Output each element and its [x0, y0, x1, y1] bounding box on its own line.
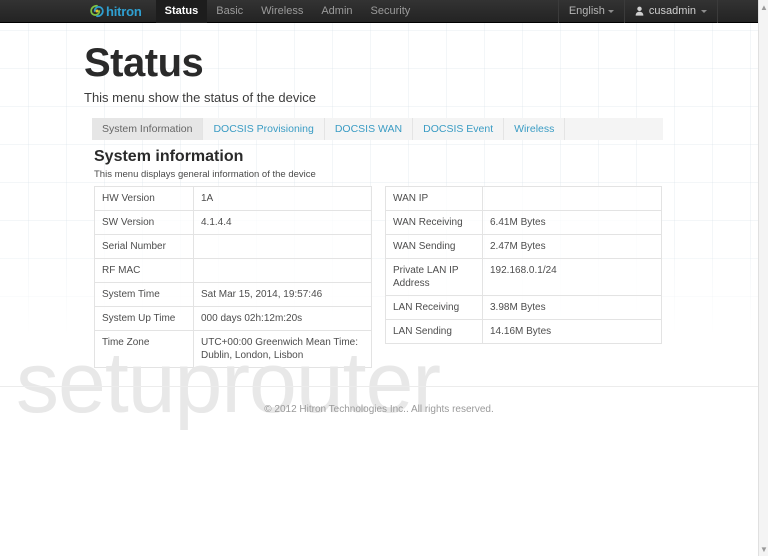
tab-docsis-event[interactable]: DOCSIS Event — [413, 118, 505, 140]
hitron-swirl-logo-icon — [90, 4, 104, 18]
tab-label: DOCSIS Provisioning — [213, 123, 314, 135]
brand-name: hitron — [106, 3, 142, 19]
row-value: Sat Mar 15, 2014, 19:57:46 — [193, 282, 372, 307]
network-info-table: WAN IP WAN Receiving 6.41M Bytes WAN Sen… — [385, 186, 662, 344]
row-key: System Up Time — [94, 306, 194, 331]
tab-label: DOCSIS WAN — [334, 123, 403, 135]
nav-label: Admin — [321, 5, 353, 17]
table-row: WAN Sending 2.47M Bytes — [385, 234, 662, 259]
row-key: LAN Receiving — [385, 295, 483, 320]
row-key: WAN IP — [385, 186, 483, 211]
row-value: 3.98M Bytes — [482, 295, 662, 320]
chevron-down-icon — [701, 9, 707, 13]
tab-bar: System Information DOCSIS Provisioning D… — [92, 118, 663, 140]
row-value — [482, 186, 662, 211]
nav-item-status[interactable]: Status — [155, 0, 208, 23]
main-menu: Status Basic Wireless Admin Security — [155, 0, 420, 23]
footer-copyright: © 2012 Hitron Technologies Inc.. All rig… — [264, 404, 494, 415]
page-header: Status This menu show the status of the … — [84, 40, 316, 106]
table-row: HW Version 1A — [94, 186, 372, 211]
row-value: 2.47M Bytes — [482, 234, 662, 259]
nav-label: Status — [164, 5, 199, 17]
table-row: Private LAN IP Address 192.168.0.1/24 — [385, 258, 662, 296]
chevron-down-icon — [607, 9, 614, 13]
table-row: SW Version 4.1.4.4 — [94, 210, 372, 235]
username-label: cusadmin — [648, 5, 696, 17]
row-key: Serial Number — [94, 234, 194, 259]
row-value: 14.16M Bytes — [482, 319, 662, 344]
row-value — [193, 258, 372, 283]
tab-wireless[interactable]: Wireless — [504, 118, 566, 140]
scroll-up-arrow-icon[interactable]: ▲ — [759, 1, 768, 13]
section-subtitle: This menu displays general information o… — [94, 169, 316, 180]
nav-label: Basic — [216, 5, 244, 17]
tab-docsis-wan[interactable]: DOCSIS WAN — [325, 118, 414, 140]
nav-item-wireless[interactable]: Wireless — [252, 0, 312, 23]
row-value — [193, 234, 372, 259]
top-navbar: hitron Status Basic Wireless Admin Secur… — [0, 0, 758, 23]
row-value: 4.1.4.4 — [193, 210, 372, 235]
section-header: System information This menu displays ge… — [94, 147, 316, 181]
table-row: RF MAC — [94, 258, 372, 283]
row-key: RF MAC — [94, 258, 194, 283]
row-value: 1A — [193, 186, 372, 211]
page-subtitle: This menu show the status of the device — [84, 90, 316, 105]
user-menu[interactable]: cusadmin — [623, 0, 718, 23]
table-row: WAN Receiving 6.41M Bytes — [385, 210, 662, 235]
row-key: SW Version — [94, 210, 194, 235]
row-key: Private LAN IP Address — [385, 258, 483, 296]
nav-item-security[interactable]: Security — [362, 0, 420, 23]
table-row: WAN IP — [385, 186, 662, 211]
language-label: English — [568, 5, 605, 17]
user-icon — [635, 6, 644, 16]
row-key: WAN Receiving — [385, 210, 483, 235]
tab-label: System Information — [102, 123, 193, 135]
nav-label: Wireless — [261, 5, 304, 17]
section-title: System information — [94, 148, 244, 165]
language-selector[interactable]: English — [557, 0, 624, 23]
table-row: System Time Sat Mar 15, 2014, 19:57:46 — [94, 282, 372, 307]
row-key: System Time — [94, 282, 194, 307]
footer-divider — [0, 386, 758, 387]
page-title: Status — [84, 41, 204, 85]
vertical-scrollbar[interactable]: ▲ ▼ — [758, 0, 768, 556]
navbar-right: English cusadmin — [557, 0, 758, 23]
scroll-down-arrow-icon[interactable]: ▼ — [759, 543, 768, 555]
row-value: 000 days 02h:12m:20s — [193, 306, 372, 331]
browser-page: hitron Status Basic Wireless Admin Secur… — [0, 0, 768, 556]
tab-docsis-provisioning[interactable]: DOCSIS Provisioning — [203, 118, 325, 140]
nav-item-basic[interactable]: Basic — [207, 0, 252, 23]
tab-label: Wireless — [514, 123, 555, 135]
table-row: LAN Receiving 3.98M Bytes — [385, 295, 662, 320]
table-row: System Up Time 000 days 02h:12m:20s — [94, 306, 372, 331]
row-key: HW Version — [94, 186, 194, 211]
tab-system-information[interactable]: System Information — [92, 118, 204, 140]
table-row: Serial Number — [94, 234, 372, 259]
row-value: 192.168.0.1/24 — [482, 258, 662, 296]
nav-label: Security — [370, 5, 411, 17]
row-value: 6.41M Bytes — [482, 210, 662, 235]
tab-label: DOCSIS Event — [423, 123, 494, 135]
nav-item-admin[interactable]: Admin — [312, 0, 361, 23]
row-key: WAN Sending — [385, 234, 483, 259]
brand-logo[interactable]: hitron — [90, 0, 142, 23]
